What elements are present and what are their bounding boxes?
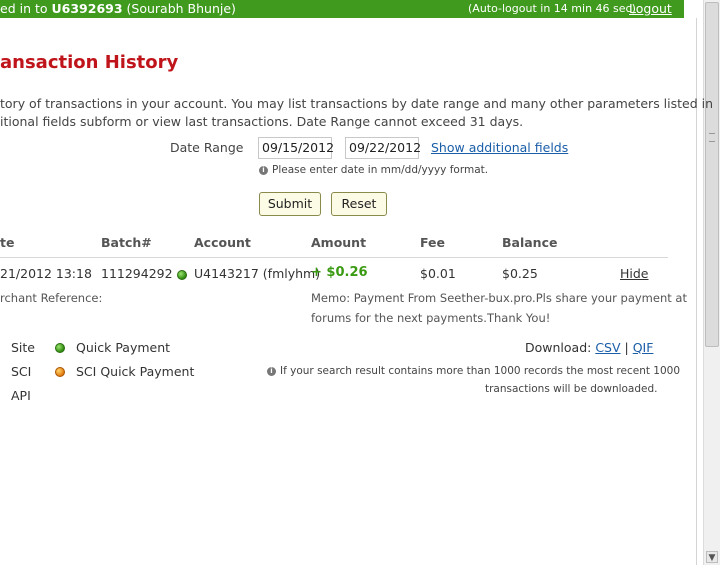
qif-download-link[interactable]: QIF: [633, 340, 654, 355]
legend-code-sci: SCI: [11, 364, 32, 379]
login-prefix: ed in to: [0, 1, 52, 16]
csv-download-link[interactable]: CSV: [595, 340, 620, 355]
page-title: ansaction History: [0, 52, 179, 73]
header-balance[interactable]: Balance: [502, 235, 557, 250]
row-account: U4143217 (fmlyhm): [194, 266, 321, 281]
download-note-line-1: i If your search result contains more tha…: [267, 365, 680, 377]
scroll-down-icon[interactable]: ▼: [706, 551, 718, 563]
show-additional-fields-link[interactable]: Show additional fields: [431, 140, 568, 155]
header-fee[interactable]: Fee: [420, 235, 445, 250]
header-date[interactable]: te: [0, 235, 14, 250]
description-line-2: itional fields subform or view last tran…: [0, 114, 524, 129]
date-to-input[interactable]: 09/22/2012: [345, 137, 421, 159]
download-links: Download: CSV | QIF: [525, 340, 653, 355]
row-date: 21/2012 13:18: [0, 266, 92, 281]
download-separator: |: [620, 340, 633, 355]
autologout-timer: (Auto-logout in 14 min 46 sec): [468, 2, 636, 15]
download-note-text-1: If your search result contains more than…: [280, 365, 681, 377]
hide-link[interactable]: Hide: [620, 266, 649, 281]
date-from-input[interactable]: 09/15/2012: [258, 137, 334, 159]
login-status: ed in to U6392693 (Sourabh Bhunje): [0, 0, 236, 18]
legend-code-api: API: [11, 388, 31, 403]
memo-line-2: forums for the next payments.Thank You!: [311, 311, 551, 325]
info-icon: i: [267, 366, 276, 376]
header-batch[interactable]: Batch#: [101, 235, 152, 250]
orange-dot-icon: [55, 367, 65, 377]
merchant-reference: rchant Reference:: [0, 291, 103, 305]
row-balance: $0.25: [502, 266, 538, 281]
legend-code-site: Site: [11, 340, 35, 355]
green-dot-icon: [55, 343, 65, 353]
download-label: Download:: [525, 340, 596, 355]
date-format-note: i Please enter date in mm/dd/yyyy format.: [259, 164, 488, 176]
submit-button[interactable]: Submit: [259, 192, 321, 216]
table-divider: [0, 257, 668, 258]
batch-number[interactable]: 111294292: [101, 266, 173, 281]
user-name: (Sourabh Bhunje): [122, 1, 236, 16]
date-range-label: Date Range: [170, 140, 244, 155]
logout-link[interactable]: Logout: [629, 0, 672, 18]
legend-label-sci-quick-payment: SCI Quick Payment: [76, 364, 195, 379]
row-fee: $0.01: [420, 266, 456, 281]
scrollbar-thumb[interactable]: [705, 2, 719, 347]
date-format-text: Please enter date in mm/dd/yyyy format.: [272, 164, 489, 176]
header-amount[interactable]: Amount: [311, 235, 366, 250]
grip-icon: [709, 133, 715, 142]
row-batch: 111294292: [101, 266, 187, 281]
account-id: U6392693: [51, 1, 123, 16]
reset-button[interactable]: Reset: [331, 192, 387, 216]
row-amount: + $0.26: [311, 265, 368, 280]
memo-line-1: Memo: Payment From Seether-bux.pro.Pls s…: [311, 291, 687, 305]
description-line-1: tory of transactions in your account. Yo…: [0, 96, 714, 111]
vertical-scrollbar[interactable]: ▼: [703, 0, 720, 565]
legend-label-quick-payment: Quick Payment: [76, 340, 171, 355]
header-account[interactable]: Account: [194, 235, 251, 250]
top-bar: ed in to U6392693 (Sourabh Bhunje) (Auto…: [0, 0, 684, 18]
download-note-line-2: transactions will be downloaded.: [485, 383, 658, 395]
status-dot-icon: [176, 269, 187, 280]
info-icon: i: [259, 165, 268, 175]
